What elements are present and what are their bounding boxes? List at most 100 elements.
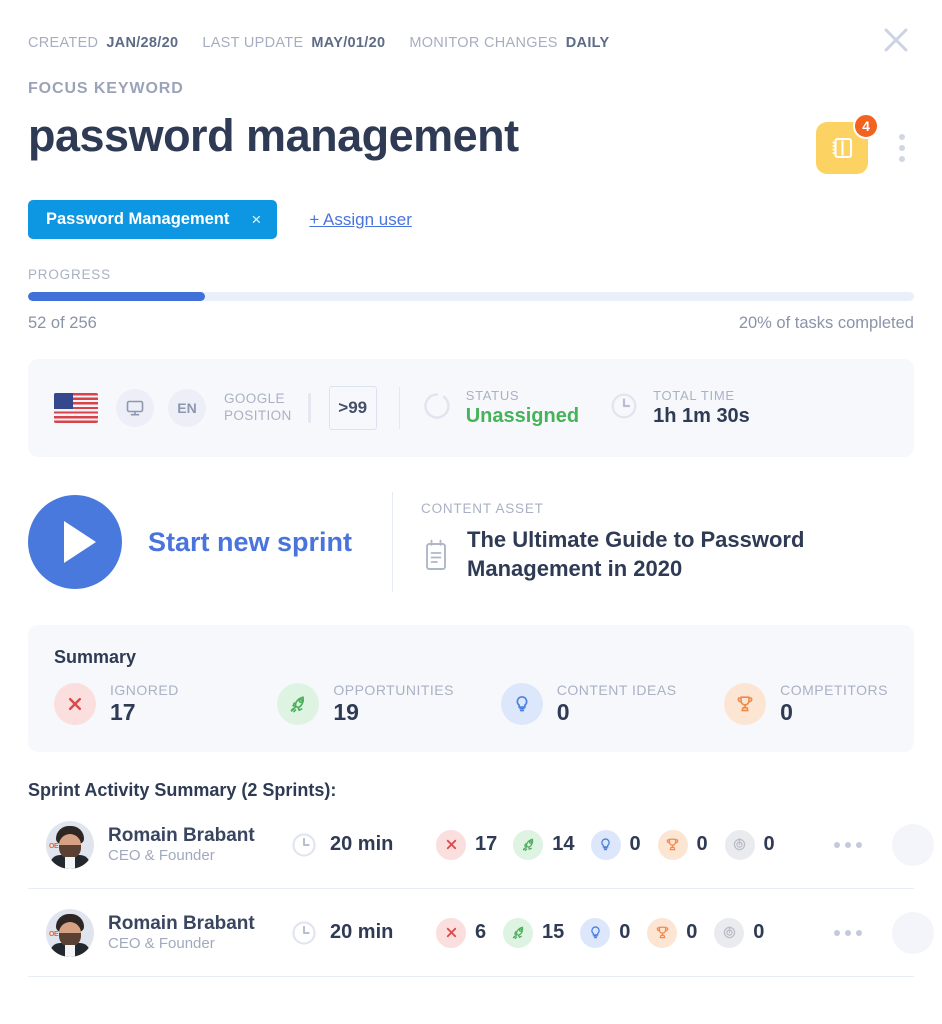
- metric-trophy: 0: [647, 917, 698, 948]
- monitor-changes-value[interactable]: DAILY: [566, 35, 610, 51]
- bulb-icon: [591, 926, 600, 939]
- x-icon: [446, 927, 456, 938]
- rocket-icon-wrap: [513, 829, 544, 860]
- x-icon: [446, 839, 456, 850]
- person-block: Romain Brabant CEO & Founder: [108, 825, 278, 865]
- activity-row[interactable]: OE Romain Brabant CEO & Founder 20 min 6 15 0 0…: [28, 889, 934, 977]
- content-asset-title[interactable]: The Ultimate Guide to Password Managemen…: [467, 526, 862, 583]
- x-icon: [68, 697, 82, 711]
- summary-stat-value: 0: [556, 699, 570, 725]
- clock-icon: [292, 832, 316, 857]
- x-icon-wrap: [436, 829, 466, 860]
- notebook-icon: [832, 137, 853, 159]
- x-icon-wrap: [54, 683, 96, 725]
- trophy-icon-wrap: [647, 917, 678, 948]
- rocket-icon-wrap: [277, 683, 320, 725]
- content-asset-body[interactable]: The Ultimate Guide to Password Managemen…: [421, 526, 862, 583]
- meta-row: CREATED JAN/28/20 LAST UPDATE MAY/01/20 …: [28, 0, 914, 62]
- summary-title: Summary: [54, 647, 137, 667]
- more-options-button[interactable]: [890, 122, 914, 174]
- summary-stat-label: IGNORED: [110, 682, 179, 698]
- more-vertical-icon-dot: [899, 156, 905, 162]
- start-sprint-button[interactable]: [28, 495, 122, 589]
- bulb-icon-wrap: [590, 829, 621, 860]
- bulb-icon-wrap: [580, 917, 611, 948]
- content-asset-label: CONTENT ASSET: [421, 500, 544, 516]
- time-cell: 20 min: [290, 831, 420, 859]
- target-icon: [733, 838, 746, 851]
- summary-stat-value: 19: [333, 699, 359, 725]
- progress-count: 52 of 256: [28, 314, 97, 332]
- play-icon: [64, 521, 96, 563]
- close-button[interactable]: [874, 18, 918, 62]
- google-position-value: >99: [328, 386, 377, 430]
- tag-remove-icon[interactable]: ×: [251, 211, 261, 228]
- close-icon: [884, 28, 908, 52]
- summary-stat-competitors[interactable]: COMPETITORS 0: [724, 682, 888, 726]
- activity-row[interactable]: OE Romain Brabant CEO & Founder 20 min 17 14 0…: [28, 801, 934, 889]
- metric-rocket: 14: [513, 829, 575, 860]
- more-vertical-icon-dot: [899, 145, 905, 151]
- status-label: STATUS: [465, 388, 520, 403]
- trophy-icon-wrap: [724, 683, 767, 725]
- monitor-changes-label: MONITOR CHANGES: [409, 35, 558, 51]
- desktop-icon-glyph: [126, 400, 144, 416]
- start-sprint-label[interactable]: Start new sprint: [148, 527, 352, 558]
- avatar: OE: [46, 820, 94, 869]
- trophy-icon: [656, 926, 668, 939]
- total-time-value: 1h 1m 30s: [653, 405, 750, 427]
- summary-card: Summary IGNORED 17 OPPORTUNITIES 19 CONTENT …: [28, 625, 914, 752]
- progress-bar: [28, 292, 914, 301]
- language-label: EN: [177, 400, 197, 416]
- metric-value: 6: [475, 921, 487, 943]
- summary-stats: IGNORED 17 OPPORTUNITIES 19 CONTENT IDEAS 0 CO…: [54, 682, 888, 726]
- target-icon-wrap: [714, 917, 745, 948]
- summary-stat-label: OPPORTUNITIES: [333, 682, 454, 698]
- trophy-icon-wrap: [657, 829, 688, 860]
- status-icon: [422, 391, 452, 426]
- divider: [398, 387, 400, 429]
- summary-stat-label: CONTENT IDEAS: [556, 682, 677, 698]
- summary-stat-text: COMPETITORS 0: [780, 682, 888, 726]
- tag-row: Password Management × + Assign user: [28, 200, 914, 239]
- metric-value: 17: [475, 833, 498, 855]
- metric-trophy: 0: [657, 829, 709, 860]
- keyword-detail-panel: CREATED JAN/28/20 LAST UPDATE MAY/01/20 …: [0, 0, 942, 1024]
- summary-stat-content-ideas[interactable]: CONTENT IDEAS 0: [500, 682, 724, 726]
- title-row: password management 4: [28, 112, 914, 174]
- assign-user-link[interactable]: + Assign user: [309, 210, 412, 230]
- progress-completed: 20% of tasks completed: [738, 314, 914, 332]
- more-vertical-icon-dot: [899, 134, 905, 140]
- tag-chip-password-management[interactable]: Password Management ×: [28, 200, 278, 239]
- row-edge-avatar: [892, 911, 934, 954]
- summary-stat-label: COMPETITORS: [780, 682, 888, 698]
- trophy-icon: [666, 838, 679, 851]
- summary-stat-ignored[interactable]: IGNORED 17: [54, 682, 277, 726]
- us-flag-icon: [54, 393, 98, 423]
- metric-x: 6: [436, 917, 487, 948]
- tag-chip-label: Password Management: [46, 210, 230, 228]
- title-actions: 4: [816, 112, 914, 174]
- person-name: Romain Brabant: [108, 912, 255, 934]
- notebook-badge[interactable]: 4: [816, 113, 879, 174]
- created-label: CREATED: [28, 35, 99, 51]
- summary-stat-value: 0: [780, 699, 793, 725]
- spinner-icon: [424, 392, 450, 419]
- progress-label: PROGRESS: [28, 267, 111, 282]
- bulb-icon: [516, 696, 528, 712]
- time-cell: 20 min: [290, 919, 420, 947]
- row-more-button[interactable]: [834, 841, 862, 848]
- row-more-button[interactable]: [834, 929, 862, 936]
- desktop-icon[interactable]: [116, 389, 154, 427]
- clock-icon-wrap: [609, 391, 639, 426]
- metric-target: 0: [714, 917, 765, 948]
- summary-stat-opportunities[interactable]: OPPORTUNITIES 19: [277, 682, 500, 726]
- status-block: STATUS Unassigned: [466, 388, 579, 428]
- language-indicator[interactable]: EN: [168, 389, 206, 427]
- metric-rocket: 15: [503, 917, 564, 948]
- person-role: CEO & Founder: [108, 935, 215, 953]
- progress-bar-fill: [28, 292, 206, 301]
- last-update-value: MAY/01/20: [311, 35, 386, 51]
- last-update-label: LAST UPDATE: [202, 35, 304, 51]
- activity-list: OE Romain Brabant CEO & Founder 20 min 17 14 0…: [28, 801, 934, 977]
